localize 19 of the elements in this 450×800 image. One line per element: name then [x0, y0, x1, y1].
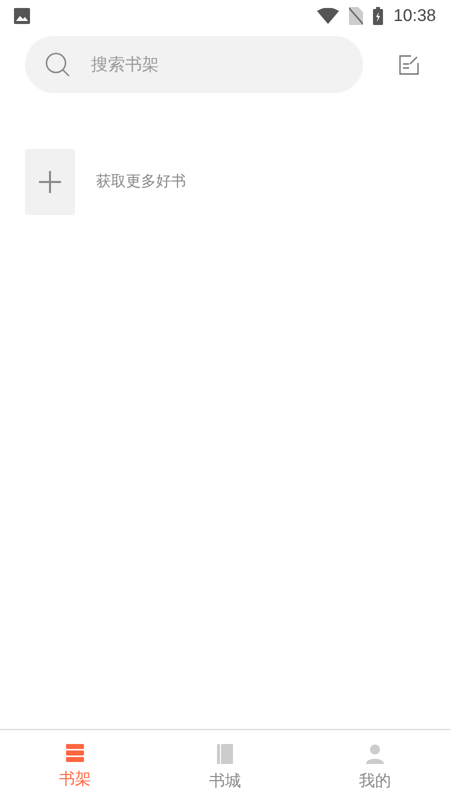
person-icon — [365, 744, 385, 764]
add-book-label: 获取更多好书 — [96, 172, 186, 192]
edit-button[interactable] — [398, 54, 420, 76]
status-time: 10:38 — [393, 4, 436, 27]
search-icon — [45, 52, 71, 78]
search-bar[interactable]: 搜索书架 — [25, 36, 363, 93]
plus-icon — [39, 171, 61, 193]
nav-tab[interactable]: 书架 — [0, 730, 150, 800]
edit-icon — [399, 54, 419, 74]
book-icon — [217, 744, 233, 764]
stack-icon — [66, 744, 84, 762]
search-field[interactable]: 搜索书架 — [91, 52, 291, 78]
image-icon — [14, 8, 30, 24]
no-sim-icon — [349, 6, 364, 24]
wifi-icon — [317, 8, 340, 24]
add-book-button[interactable] — [25, 149, 75, 215]
battery-icon — [373, 6, 384, 24]
nav-tab[interactable]: 书城 — [150, 730, 300, 800]
nav-tab[interactable]: 我的 — [300, 730, 450, 800]
